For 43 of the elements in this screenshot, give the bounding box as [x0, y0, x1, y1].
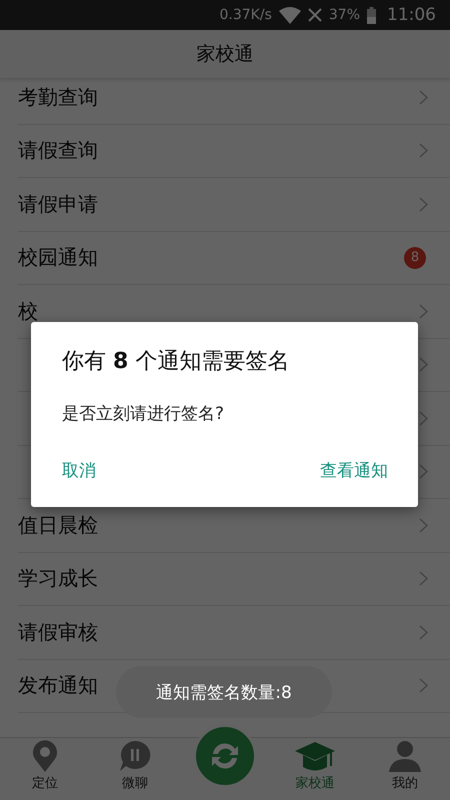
nav-tab[interactable]: 定位 — [0, 738, 90, 800]
menu-item[interactable]: 请假查询 — [18, 124, 450, 178]
chevron-right-icon — [419, 624, 428, 640]
pin-icon — [32, 740, 58, 772]
chevron-right-icon — [419, 90, 428, 105]
dialog-title: 你有 8 个通知需要签名 — [62, 348, 290, 376]
dialog-message: 是否立刻请进行签名? — [62, 403, 226, 425]
person-icon — [389, 740, 421, 772]
network-speed: 0.37K/s — [220, 7, 272, 23]
clock: 11:06 — [387, 5, 436, 25]
wifi-icon — [278, 6, 301, 24]
dialog-button[interactable]: 查看通知 — [314, 453, 394, 488]
chevron-right-icon — [419, 304, 428, 319]
menu-label: 请假审核 — [18, 618, 98, 646]
chat-icon — [118, 740, 152, 772]
graduation-cap-icon — [295, 740, 335, 772]
page-title: 家校通 — [196, 42, 254, 67]
dialog-button[interactable]: 取消 — [56, 453, 102, 488]
menu-label: 请假查询 — [18, 137, 98, 164]
menu-label: 值日晨检 — [18, 512, 98, 539]
menu-label: 发布通知 — [18, 672, 98, 700]
toast-message: 通知需签名数量:8 — [116, 666, 332, 718]
chevron-right-icon — [419, 518, 428, 533]
menu-label: 请假申请 — [18, 190, 98, 218]
menu-item[interactable]: 校园通知 8 — [18, 232, 450, 285]
nav-tab[interactable]: 我的 — [360, 738, 450, 800]
chevron-right-icon — [419, 678, 428, 694]
nav-tab[interactable]: 家校通 — [270, 738, 360, 800]
count-badge: 8 — [404, 246, 426, 269]
menu-label: 校 — [18, 298, 38, 325]
menu-item[interactable]: 学习成长 — [18, 552, 450, 606]
chevron-right-icon — [419, 571, 428, 586]
chevron-right-icon — [419, 196, 428, 212]
menu-item[interactable]: 请假审核 — [18, 606, 450, 660]
no-sim-icon — [308, 8, 322, 22]
battery-percent: 37% — [328, 7, 360, 23]
chevron-right-icon — [419, 143, 428, 158]
menu-label: 校园通知 — [18, 244, 98, 272]
menu-label: 学习成长 — [18, 565, 98, 592]
battery-icon — [367, 6, 376, 24]
menu-label: 考勤查询 — [18, 84, 98, 111]
menu-item[interactable]: 请假申请 — [18, 178, 450, 232]
nav-tab[interactable]: 微聊 — [90, 738, 180, 800]
